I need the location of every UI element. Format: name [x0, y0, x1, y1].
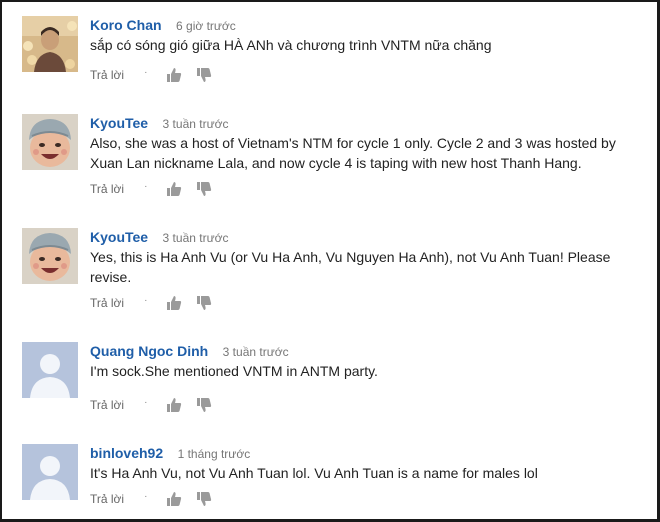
default-user-icon [22, 342, 78, 398]
reply-button[interactable]: Trả lời [90, 492, 124, 506]
thumb-down-icon[interactable] [195, 180, 213, 198]
comment-text-line: Also, she was a host of Vietnam's NTM fo… [90, 135, 616, 151]
thumb-up-icon[interactable] [165, 396, 183, 414]
comment-author[interactable]: binloveh92 [90, 445, 163, 461]
menu-dot[interactable]: · [144, 491, 147, 502]
comment-actions: Trả lời · [90, 180, 213, 198]
avatar[interactable] [22, 342, 78, 398]
reply-button[interactable]: Trả lời [90, 182, 124, 196]
avatar[interactable] [22, 228, 78, 284]
comment-text-line: Yes, this is Ha Anh Vu (or Vu Ha Anh, Vu… [90, 249, 611, 265]
avatar[interactable] [22, 16, 78, 72]
thumb-up-icon[interactable] [165, 490, 183, 508]
comment-actions: Trả lời · [90, 66, 213, 84]
comment-body: Koro Chan 6 giờ trước sắp có sóng gió gi… [90, 16, 653, 82]
baby-photo-icon [22, 114, 78, 170]
thumb-down-icon[interactable] [195, 294, 213, 312]
comment-author[interactable]: KyouTee [90, 229, 148, 245]
photo-person-icon [22, 16, 78, 72]
thumb-up-icon[interactable] [165, 66, 183, 84]
thumb-down-icon[interactable] [195, 396, 213, 414]
comment-actions: Trả lời · [90, 396, 213, 414]
baby-photo-icon [22, 228, 78, 284]
menu-dot[interactable]: · [144, 67, 147, 78]
comment-time[interactable]: 6 giờ trước [176, 19, 236, 33]
thumb-down-icon[interactable] [195, 66, 213, 84]
comment-time[interactable]: 3 tuần trước [223, 345, 289, 359]
comment-body: KyouTee 3 tuần trước Also, she was a hos… [90, 114, 653, 196]
menu-dot[interactable]: · [144, 397, 147, 408]
thumb-up-icon[interactable] [165, 180, 183, 198]
comment-body: Quang Ngoc Dinh 3 tuần trước I'm sock.Sh… [90, 342, 653, 412]
thumb-up-icon[interactable] [165, 294, 183, 312]
comment-author[interactable]: KyouTee [90, 115, 148, 131]
reply-button[interactable]: Trả lời [90, 68, 124, 82]
comment-text: It's Ha Anh Vu, not Vu Anh Tuan lol. Vu … [90, 465, 538, 481]
comment-actions: Trả lời · [90, 294, 213, 312]
comment-text: I'm sock.She mentioned VNTM in ANTM part… [90, 363, 378, 379]
thumb-down-icon[interactable] [195, 490, 213, 508]
reply-button[interactable]: Trả lời [90, 296, 124, 310]
comment-body: binloveh92 1 tháng trước It's Ha Anh Vu,… [90, 444, 653, 506]
comment-time[interactable]: 3 tuần trước [163, 231, 229, 245]
reply-button[interactable]: Trả lời [90, 398, 124, 412]
comment-text: sắp có sóng gió giữa HÀ ANh và chương tr… [90, 37, 492, 53]
comment-text-line: Xuan Lan nickname Lala, and now cycle 4 … [90, 155, 582, 171]
menu-dot[interactable]: · [144, 295, 147, 306]
comment-time[interactable]: 1 tháng trước [178, 447, 251, 461]
comment-body: KyouTee 3 tuần trước Yes, this is Ha Anh… [90, 228, 653, 310]
avatar[interactable] [22, 444, 78, 500]
comment-author[interactable]: Quang Ngoc Dinh [90, 343, 208, 359]
comment-text-line: revise. [90, 269, 132, 285]
default-user-icon [22, 444, 78, 500]
comment-time[interactable]: 3 tuần trước [163, 117, 229, 131]
comment-actions: Trả lời · [90, 490, 213, 508]
avatar[interactable] [22, 114, 78, 170]
comments-panel: Koro Chan 6 giờ trước sắp có sóng gió gi… [0, 0, 660, 522]
comment-author[interactable]: Koro Chan [90, 17, 162, 33]
menu-dot[interactable]: · [144, 181, 147, 192]
